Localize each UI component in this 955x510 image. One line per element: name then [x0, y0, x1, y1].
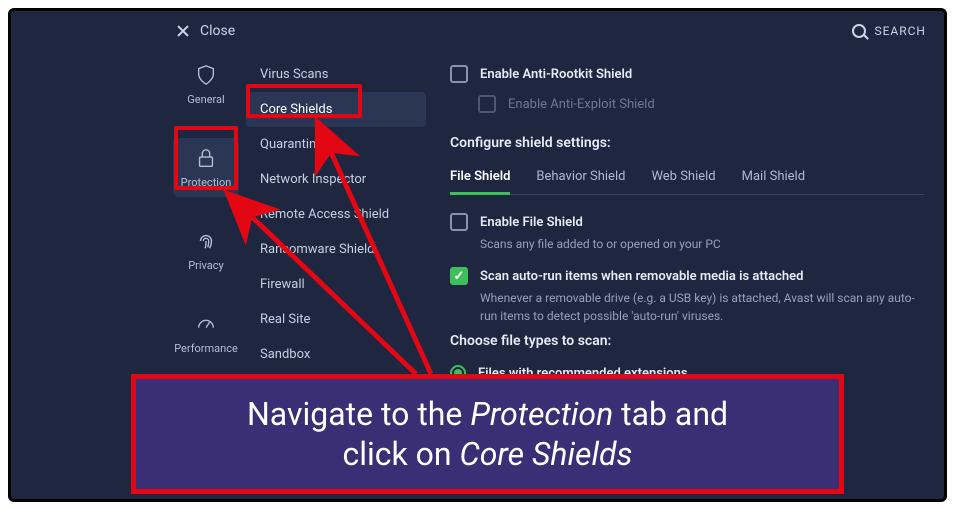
fingerprint-icon	[194, 229, 218, 253]
submenu-item-firewall[interactable]: Firewall	[246, 267, 426, 302]
banner-em-protection: Protection	[470, 395, 613, 433]
autorun-checkbox-row[interactable]: Scan auto-run items when removable media…	[450, 261, 924, 291]
submenu-item-real-site[interactable]: Real Site	[246, 302, 426, 337]
sidebar-item-label: Performance	[174, 342, 238, 355]
file-shield-desc: Scans any file added to or opened on you…	[480, 235, 924, 253]
autorun-desc: Whenever a removable drive (e.g. a USB k…	[480, 289, 924, 325]
file-shield-label: Enable File Shield	[480, 215, 583, 230]
tab-mail-shield[interactable]: Mail Shield	[742, 161, 805, 194]
top-bar: Close SEARCH	[166, 11, 944, 51]
submenu-item-virus-scans[interactable]: Virus Scans	[246, 57, 426, 92]
filetypes-heading: Choose file types to scan:	[450, 333, 924, 349]
sidebar-item-performance[interactable]: Performance	[173, 304, 239, 363]
checkbox-icon	[450, 213, 468, 231]
file-shield-checkbox-row[interactable]: Enable File Shield	[450, 207, 924, 237]
checkbox-icon	[450, 65, 468, 83]
banner-seg: Navigate to the	[247, 395, 470, 433]
gauge-icon	[194, 312, 218, 336]
search-button[interactable]: SEARCH	[852, 24, 926, 38]
sidebar-item-privacy[interactable]: Privacy	[173, 221, 239, 280]
exploit-label: Enable Anti-Exploit Shield	[508, 97, 655, 112]
submenu-item-remote-access-shield[interactable]: Remote Access Shield	[246, 197, 426, 232]
sidebar-item-label: Privacy	[188, 259, 224, 272]
sidebar-item-protection[interactable]: Protection	[173, 138, 239, 197]
shield-tabs: File Shield Behavior Shield Web Shield M…	[450, 161, 924, 195]
checkbox-checked-icon	[450, 267, 468, 285]
close-label: Close	[200, 23, 235, 39]
tab-web-shield[interactable]: Web Shield	[651, 161, 715, 194]
submenu-item-network-inspector[interactable]: Network Inspector	[246, 162, 426, 197]
exploit-checkbox-row[interactable]: Enable Anti-Exploit Shield	[450, 89, 924, 119]
search-icon	[852, 24, 866, 38]
configure-heading: Configure shield settings:	[450, 135, 924, 151]
lock-icon	[194, 146, 218, 170]
close-icon	[176, 24, 190, 38]
sidebar-item-label: General	[187, 93, 224, 106]
close-button[interactable]: Close	[176, 23, 235, 39]
app-window: Close SEARCH General Prote	[8, 8, 947, 502]
tab-file-shield[interactable]: File Shield	[450, 161, 510, 195]
instruction-banner: Navigate to the Protection tab and click…	[131, 374, 844, 494]
rootkit-checkbox-row[interactable]: Enable Anti-Rootkit Shield	[450, 59, 924, 89]
sidebar-item-label: Protection	[181, 176, 232, 189]
banner-seg: tab and	[613, 395, 728, 433]
submenu-item-quarantine[interactable]: Quarantine	[246, 127, 426, 162]
autorun-label: Scan auto-run items when removable media…	[480, 269, 803, 284]
sidebar-item-general[interactable]: General	[173, 55, 239, 114]
shield-icon	[194, 63, 218, 87]
submenu-item-ransomware-shield[interactable]: Ransomware Shield	[246, 232, 426, 267]
submenu-item-core-shields[interactable]: Core Shields	[246, 92, 426, 127]
search-label: SEARCH	[874, 24, 926, 38]
checkbox-icon	[478, 95, 496, 113]
banner-seg: click on	[342, 435, 459, 473]
banner-em-core-shields: Core Shields	[460, 435, 633, 473]
submenu-item-sandbox[interactable]: Sandbox	[246, 337, 426, 372]
banner-text: Navigate to the Protection tab and click…	[247, 394, 728, 474]
tab-behavior-shield[interactable]: Behavior Shield	[536, 161, 625, 194]
rootkit-label: Enable Anti-Rootkit Shield	[480, 67, 632, 82]
